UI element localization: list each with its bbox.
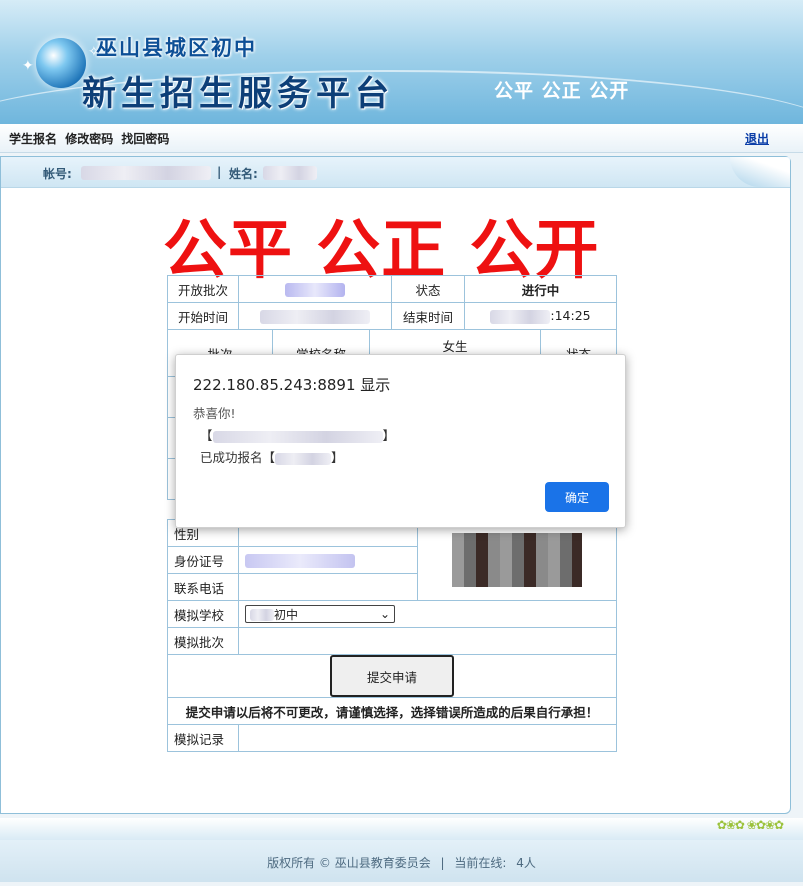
page-curl bbox=[730, 157, 790, 187]
open-batch-label: 开放批次 bbox=[167, 275, 239, 303]
nav-bar: 学生报名 修改密码 找回密码 退出 bbox=[0, 124, 803, 153]
nav-change-password[interactable]: 修改密码 bbox=[65, 132, 113, 146]
footer-online-label: 当前在线: bbox=[454, 856, 507, 870]
mock-school-cell: 初中 ⌄ bbox=[238, 600, 617, 628]
mock-school-label: 模拟学校 bbox=[167, 600, 239, 628]
account-value-redacted bbox=[81, 165, 211, 180]
nav-links: 学生报名 修改密码 找回密码 bbox=[9, 130, 173, 147]
dialog-line-school: 【】 bbox=[200, 428, 396, 443]
start-time-label: 开始时间 bbox=[167, 302, 239, 330]
submit-application-button[interactable]: 提交申请 bbox=[330, 655, 454, 697]
nav-recover-password[interactable]: 找回密码 bbox=[121, 132, 169, 146]
flowers-decoration-icon: ✿❀✿ ❀✿❀✿ bbox=[716, 818, 784, 832]
status-label: 状态 bbox=[391, 275, 465, 303]
dialog-ok-button[interactable]: 确定 bbox=[545, 482, 609, 512]
batch-info-table: 开放批次 状态 进行中 开始时间 结束时间 :14:25 bbox=[167, 275, 617, 330]
account-label: 帐号: bbox=[43, 167, 72, 181]
table-row: 开始时间 结束时间 :14:25 bbox=[167, 302, 617, 330]
account-separator: | bbox=[217, 165, 222, 179]
id-label: 身份证号 bbox=[167, 546, 239, 574]
dialog-message: 恭喜你! bbox=[193, 406, 236, 421]
table-row: 模拟学校 初中 ⌄ bbox=[167, 600, 617, 628]
student-photo-cell bbox=[417, 519, 617, 601]
account-bar: 帐号: | 姓名: bbox=[1, 157, 790, 188]
end-time-label: 结束时间 bbox=[391, 302, 465, 330]
footer-online-count: 4人 bbox=[516, 856, 536, 870]
globe-logo-icon bbox=[36, 38, 86, 88]
mock-record-value bbox=[238, 724, 617, 752]
sparkle-icon: ✦ bbox=[22, 58, 34, 74]
open-batch-value-redacted bbox=[238, 275, 392, 303]
nav-student-register[interactable]: 学生报名 bbox=[9, 132, 57, 146]
platform-title: 新生招生服务平台 bbox=[82, 74, 394, 114]
phone-label: 联系电话 bbox=[167, 573, 239, 601]
id-value-redacted bbox=[238, 546, 418, 574]
mock-batch-value bbox=[238, 627, 617, 655]
dialog-line-registered: 已成功报名【】 bbox=[200, 450, 344, 465]
mock-batch-label: 模拟批次 bbox=[167, 627, 239, 655]
mock-record-label: 模拟记录 bbox=[167, 724, 239, 752]
chevron-down-icon: ⌄ bbox=[379, 607, 390, 621]
table-row: 模拟记录 bbox=[167, 724, 617, 752]
mock-school-select[interactable]: 初中 ⌄ bbox=[245, 605, 395, 623]
dialog-title: 222.180.85.243:8891 显示 bbox=[193, 376, 391, 394]
footer-separator: | bbox=[440, 856, 445, 870]
school-name: 巫山县城区初中 bbox=[96, 36, 257, 60]
footer-decoration: ✿❀✿ ❀✿❀✿ bbox=[0, 818, 803, 840]
footer-copyright: 版权所有 © 巫山县教育委员会 bbox=[267, 856, 431, 870]
table-row: 模拟批次 bbox=[167, 627, 617, 655]
table-row: 提交申请 bbox=[167, 654, 617, 698]
student-photo-redacted bbox=[452, 533, 582, 587]
table-row: 开放批次 状态 进行中 bbox=[167, 275, 617, 303]
footer: 版权所有 © 巫山县教育委员会 | 当前在线: 4人 bbox=[0, 840, 803, 882]
status-value: 进行中 bbox=[464, 275, 617, 303]
start-time-value-redacted bbox=[238, 302, 392, 330]
submit-cell: 提交申请 bbox=[167, 654, 617, 698]
alert-dialog: 222.180.85.243:8891 显示 恭喜你! 【】 已成功报名【】 确… bbox=[175, 354, 626, 528]
header-banner: ✦ ✧ 巫山县城区初中 新生招生服务平台 公平 公正 公开 bbox=[0, 0, 803, 124]
submit-warning: 提交申请以后将不可更改，请谨慎选择，选择错误所造成的后果自行承担！ bbox=[167, 697, 617, 725]
mock-school-selected: 初中 bbox=[250, 606, 298, 623]
logout-link[interactable]: 退出 bbox=[745, 130, 769, 147]
end-time-value: :14:25 bbox=[464, 302, 617, 330]
name-value-redacted bbox=[263, 165, 317, 180]
header-slogan: 公平 公正 公开 bbox=[494, 80, 630, 102]
phone-value bbox=[238, 573, 418, 601]
name-label: 姓名: bbox=[229, 167, 258, 181]
end-time-partial: :14:25 bbox=[550, 308, 591, 324]
student-info-table: 性别 身份证号 联系电话 模拟学校 初中 ⌄ 模拟批次 提交申请 提交申请以后将… bbox=[167, 519, 617, 752]
table-row: 提交申请以后将不可更改，请谨慎选择，选择错误所造成的后果自行承担！ bbox=[167, 697, 617, 725]
